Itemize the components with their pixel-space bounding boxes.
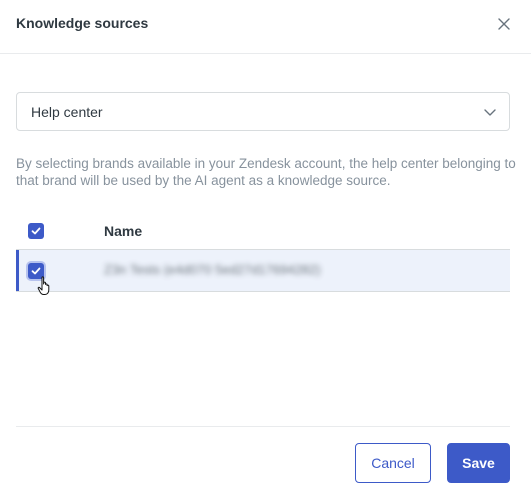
select-value: Help center	[31, 104, 103, 120]
select-all-checkbox[interactable]	[28, 223, 44, 239]
name-column-header[interactable]: Name	[104, 223, 142, 239]
brand-name: Z3n Tests (e4d070 5ed27d17694282)	[104, 262, 321, 277]
close-button[interactable]	[492, 12, 516, 36]
modal-header: Knowledge sources	[0, 0, 531, 54]
table-header: Name	[16, 212, 510, 250]
knowledge-source-select[interactable]: Help center	[16, 92, 510, 131]
table-row[interactable]: Z3n Tests (e4d070 5ed27d17694282)	[16, 250, 510, 292]
brands-table: Name Z3n Tests (e4d070 5ed27d17694282)	[16, 212, 510, 292]
save-button[interactable]: Save	[447, 443, 510, 483]
row-checkbox[interactable]	[28, 263, 44, 279]
checkmark-icon	[31, 227, 41, 235]
row-selected-indicator	[16, 250, 19, 291]
description-text: By selecting brands available in your Ze…	[16, 156, 516, 188]
close-icon	[498, 18, 510, 30]
footer-divider	[16, 426, 510, 427]
chevron-down-icon	[484, 109, 496, 116]
modal-title: Knowledge sources	[16, 15, 149, 31]
knowledge-sources-modal: Knowledge sources Help center By selecti…	[0, 0, 531, 501]
cancel-button[interactable]: Cancel	[355, 443, 431, 483]
checkmark-icon	[31, 267, 41, 275]
